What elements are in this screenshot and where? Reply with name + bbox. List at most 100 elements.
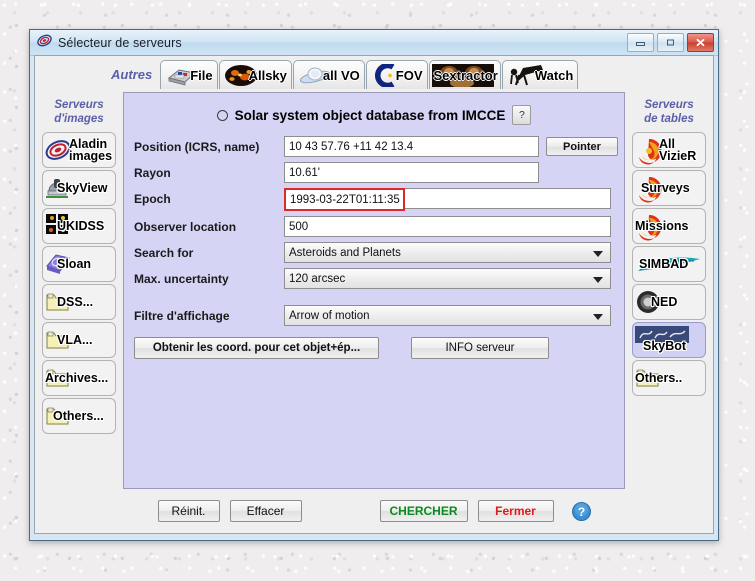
sidebar-item-label: Aladin images (69, 136, 113, 163)
aladin-logo-icon (37, 33, 52, 53)
sidebar-item-missions[interactable]: Missions (632, 208, 706, 244)
sidebar-item-others[interactable]: Others... (42, 398, 116, 434)
tab-allsky[interactable]: Allsky (218, 60, 292, 89)
sidebar-item-label: Surveys (641, 180, 690, 195)
sidebar-item-label: Others... (53, 408, 104, 423)
effacer-button[interactable]: Effacer (229, 500, 302, 522)
heading-line-1: Serveurs (644, 99, 694, 111)
page-title: Solar system object database from IMCCE (234, 107, 506, 123)
fermer-button[interactable]: Fermer (477, 500, 554, 522)
sidebar-item-others-tables[interactable]: Others.. (632, 360, 706, 396)
select-value: Asteroids and Planets (289, 246, 401, 259)
field-row-epoch: Epoch 1993-03-22T01:11:35 (124, 187, 624, 211)
rayon-input[interactable]: 10.61' (284, 162, 539, 183)
sidebar-item-label: SkyBot (643, 338, 687, 353)
field-row-filtre-affichage: Filtre d'affichage Arrow of motion (124, 304, 624, 327)
sidebar-item-aladin-images[interactable]: Aladin images (42, 132, 116, 168)
server-selector-window: Sélecteur de serveurs Autres File Allsky… (29, 29, 719, 541)
sidebar-item-archives[interactable]: Archives... (42, 360, 116, 396)
tab-all-vo[interactable]: all VO (292, 60, 365, 89)
field-label: Filtre d'affichage (134, 308, 230, 323)
field-row-observer-location: Observer location 500 (124, 215, 624, 238)
window-controls (627, 33, 714, 52)
observer-location-input[interactable]: 500 (284, 216, 611, 237)
sidebar-item-label: All VizieR (659, 136, 697, 163)
skybot-server-form: Solar system object database from IMCCE … (123, 92, 625, 489)
svg-text:?: ? (577, 505, 584, 519)
heading-line-2: de tables (644, 113, 694, 125)
sidebar-item-skybot[interactable]: SkyBot (632, 322, 706, 358)
window-title: Sélecteur de serveurs (58, 35, 182, 50)
form-action-row: Obtenir les coord. pour cet objet+ép... … (124, 337, 624, 359)
chevron-down-icon (593, 314, 603, 320)
tab-label: Sextractor (433, 67, 498, 83)
help-circle-icon[interactable]: ? (571, 501, 591, 521)
maximize-button[interactable] (657, 33, 684, 52)
tab-sextractor[interactable]: Sextractor (428, 60, 501, 89)
tab-file[interactable]: File (160, 60, 218, 89)
search-for-select[interactable]: Asteroids and Planets (284, 242, 611, 263)
table-servers-heading: Serveurs de tables (630, 92, 708, 132)
reinit-button[interactable]: Réinit. (157, 500, 220, 522)
get-coordinates-button[interactable]: Obtenir les coord. pour cet objet+ép... (134, 337, 379, 359)
help-button[interactable]: ? (512, 105, 532, 125)
chevron-down-icon (593, 277, 603, 283)
image-servers-heading: Serveurs d'images (40, 92, 118, 132)
sidebar-item-dss[interactable]: DSS... (42, 284, 116, 320)
sidebar-item-label: UKIDSS (57, 218, 105, 233)
chercher-button[interactable]: CHERCHER (379, 500, 468, 522)
sidebar-item-label: Missions (635, 218, 689, 233)
sidebar-item-label: SIMBAD (639, 256, 689, 271)
max-uncertainty-select[interactable]: 120 arcsec (284, 268, 611, 289)
position-input[interactable]: 10 43 57.76 +11 42 13.4 (284, 136, 539, 157)
sidebar-item-ukidss[interactable]: UKIDSS (42, 208, 116, 244)
sidebar-item-label: SkyView (57, 180, 108, 195)
aladin-spiral-icon (45, 137, 71, 167)
server-radio-button[interactable] (216, 109, 228, 121)
sidebar-item-simbad[interactable]: SIMBAD (632, 246, 706, 282)
tab-bar: Autres File Allsky all VO FOV Sextractor… (35, 56, 713, 89)
image-servers-panel: Serveurs d'images Aladin images SkyView … (40, 92, 118, 489)
form-title-row: Solar system object database from IMCCE … (124, 93, 624, 135)
tab-label: Allsky (248, 67, 287, 83)
field-label: Max. uncertainty (134, 271, 229, 286)
sidebar-item-vla[interactable]: VLA... (42, 322, 116, 358)
pointer-button[interactable]: Pointer (546, 137, 618, 156)
sidebar-item-skyview[interactable]: SkyView (42, 170, 116, 206)
select-value: 120 arcsec (289, 272, 346, 285)
heading-line-1: Serveurs (54, 99, 104, 111)
window-titlebar[interactable]: Sélecteur de serveurs (30, 30, 718, 56)
dialog-footer: Réinit. Effacer CHERCHER Fermer ? (35, 489, 713, 533)
sidebar-item-label: VLA... (57, 332, 93, 347)
tab-watch[interactable]: Watch (501, 60, 579, 89)
field-label: Position (ICRS, name) (134, 139, 260, 154)
close-button[interactable] (687, 33, 714, 52)
field-label: Search for (134, 245, 194, 260)
field-row-position: Position (ICRS, name) 10 43 57.76 +11 42… (124, 135, 624, 158)
server-info-button[interactable]: INFO serveur (411, 337, 549, 359)
epoch-input[interactable]: 1993-03-22T01:11:35 (284, 188, 405, 211)
tab-list: File Allsky all VO FOV Sextractor Watch (160, 60, 579, 89)
tab-label: File (190, 67, 213, 83)
field-row-max-uncertainty: Max. uncertainty 120 arcsec (124, 267, 624, 290)
sidebar-item-sloan[interactable]: Sloan (42, 246, 116, 282)
autres-label: Autres (111, 67, 153, 82)
filtre-affichage-select[interactable]: Arrow of motion (284, 305, 611, 326)
tab-label: all VO (322, 67, 360, 83)
tab-label: Watch (534, 67, 574, 83)
field-label: Rayon (134, 165, 171, 180)
sidebar-item-all-vizier[interactable]: All VizieR (632, 132, 706, 168)
field-row-rayon: Rayon 10.61' (124, 161, 624, 184)
field-row-search-for: Search for Asteroids and Planets (124, 241, 624, 264)
table-servers-panel: Serveurs de tables All VizieR Surveys Mi… (630, 92, 708, 489)
tab-fov[interactable]: FOV (365, 60, 428, 89)
field-label: Observer location (134, 219, 237, 234)
sidebar-item-ned[interactable]: NED (632, 284, 706, 320)
sidebar-item-label: Sloan (57, 256, 92, 271)
minimize-button[interactable] (627, 33, 654, 52)
select-value: Arrow of motion (289, 309, 370, 322)
sidebar-item-surveys[interactable]: Surveys (632, 170, 706, 206)
epoch-field-wrapper[interactable]: 1993-03-22T01:11:35 (284, 188, 611, 211)
sidebar-item-label: NED (651, 294, 678, 309)
field-label: Epoch (134, 191, 171, 206)
